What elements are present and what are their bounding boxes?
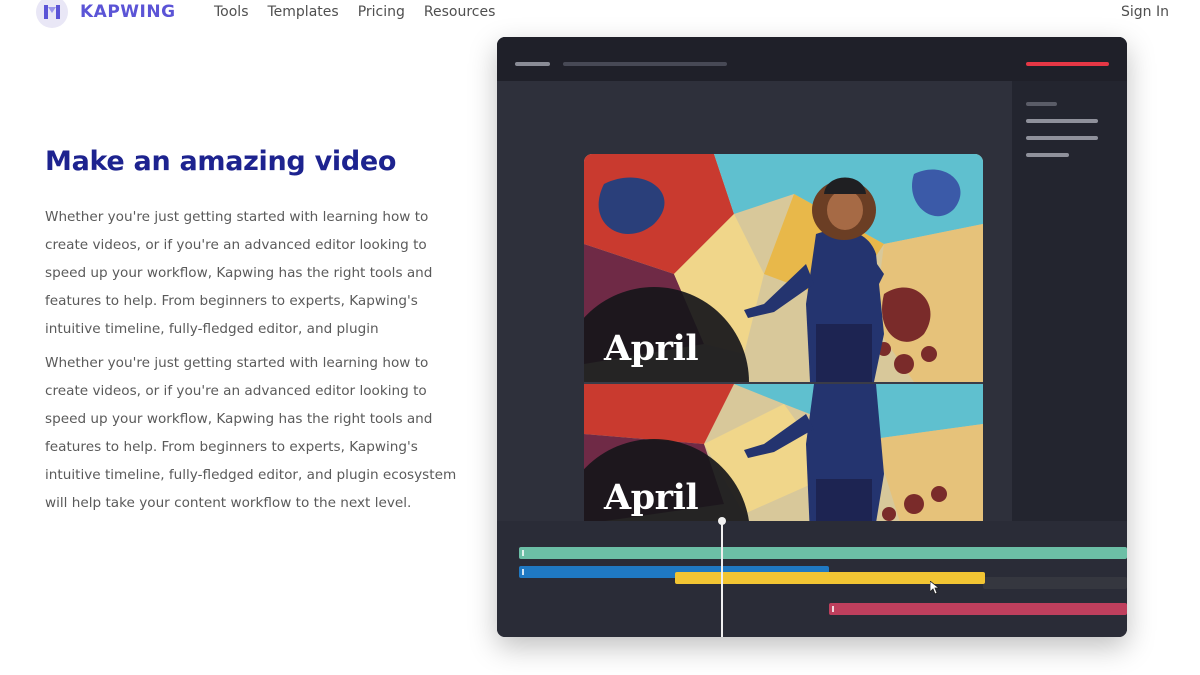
- nav-templates[interactable]: Templates: [268, 4, 339, 20]
- clip-handle[interactable]: [522, 569, 524, 575]
- video-frame-top: April: [584, 154, 983, 382]
- editor-side-panel: [1012, 81, 1127, 521]
- side-panel-line-3: [1026, 136, 1098, 140]
- timeline-track-background: [983, 577, 1127, 589]
- editor-canvas: April April: [497, 81, 1012, 535]
- toolbar-placeholder-long: [563, 62, 727, 66]
- video-preview[interactable]: April April: [584, 154, 983, 535]
- video-caption-bottom: April: [604, 477, 699, 518]
- video-caption-top: April: [604, 328, 699, 369]
- side-panel-line-1: [1026, 102, 1057, 106]
- toolbar-export-bar[interactable]: [1026, 62, 1109, 66]
- hero-paragraph-1: Whether you're just getting started with…: [45, 209, 433, 337]
- hero-paragraph-2: Whether you're just getting started with…: [45, 355, 457, 511]
- editor-mockup: April April: [497, 37, 1127, 637]
- nav-pricing[interactable]: Pricing: [358, 4, 405, 20]
- playhead-line[interactable]: [721, 521, 723, 637]
- timeline-clip-pink[interactable]: [829, 603, 1127, 615]
- side-panel-line-4: [1026, 153, 1069, 157]
- toolbar-placeholder-short: [515, 62, 550, 66]
- hero-title: Make an amazing video: [45, 146, 397, 177]
- editor-toolbar: [497, 37, 1127, 81]
- side-panel-line-2: [1026, 119, 1098, 123]
- video-frame-bottom: April: [584, 384, 983, 535]
- brand-link[interactable]: KAPWING: [36, 0, 176, 28]
- clip-handle[interactable]: [522, 550, 524, 556]
- editor-timeline[interactable]: [497, 521, 1127, 637]
- top-nav: KAPWING Tools Templates Pricing Resource…: [0, 0, 1200, 28]
- kapwing-logo-icon: [36, 0, 68, 28]
- mouse-cursor-icon: [930, 581, 940, 595]
- timeline-clip-green[interactable]: [519, 547, 1127, 559]
- nav-tools[interactable]: Tools: [214, 4, 249, 20]
- clip-handle[interactable]: [832, 606, 834, 612]
- nav-resources[interactable]: Resources: [424, 4, 496, 20]
- nav-links: Tools Templates Pricing Resources: [214, 4, 495, 20]
- brand-name: KAPWING: [80, 2, 176, 22]
- sign-in-link[interactable]: Sign In: [1121, 4, 1169, 20]
